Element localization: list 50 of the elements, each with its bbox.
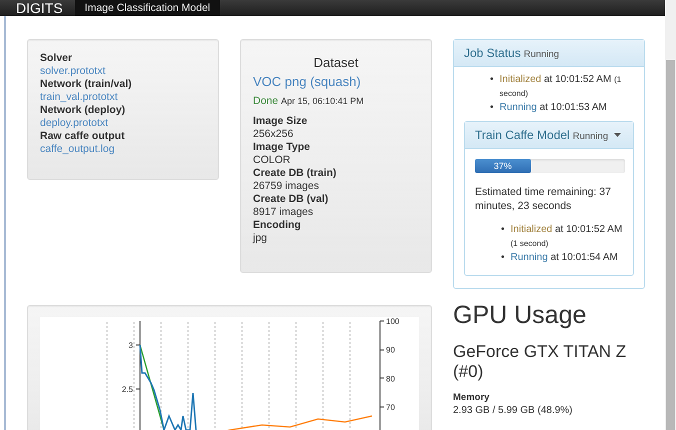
panel-title: Train Caffe Model: [475, 128, 570, 142]
status-dropdown[interactable]: Running: [572, 131, 608, 142]
field-value: 256x256: [253, 128, 294, 141]
gpu-name: GeForce GTX TITAN Z (#0): [453, 342, 628, 382]
bullet: •: [490, 73, 494, 87]
bullet: •: [490, 101, 494, 115]
dataset-title: Dataset: [312, 55, 360, 70]
file-heading: Network (deploy): [40, 104, 126, 117]
nav-tab[interactable]: Image Classification Model: [74, 0, 220, 16]
gpu-title: GPU Usage: [453, 301, 588, 330]
axis-label: 3: [128, 341, 133, 350]
time-estimate: Estimated time remaining: 37 minutes, 23 seconds: [475, 185, 612, 213]
file-link[interactable]: train_val.prototxt: [40, 91, 118, 103]
brand-link[interactable]: DIGITS: [16, 0, 75, 16]
file-link[interactable]: solver.prototxt: [40, 65, 106, 77]
stat-label: Memory: [453, 392, 490, 403]
file-link[interactable]: deploy.prototxt: [40, 117, 108, 129]
axis-label: 90: [386, 346, 395, 355]
field-value: 8917 images: [253, 206, 314, 219]
file-heading: Raw caffe output: [40, 130, 126, 143]
axis-label: 100: [386, 317, 400, 326]
timestamp: Apr 15, 06:10:41 PM: [281, 96, 364, 106]
field-label: Create DB (val): [253, 193, 330, 206]
status-entry: Running at 10:01:54 AM: [510, 251, 618, 265]
field-label: Encoding: [253, 219, 302, 232]
field-value: 26759 images: [253, 180, 320, 193]
bullet: •: [501, 223, 505, 237]
panel-title: Job Status: [464, 46, 521, 60]
status-entry: Initialized at 10:01:52 AM (1 second): [500, 73, 622, 100]
field-label: Image Type: [253, 141, 311, 154]
file-heading: Solver: [40, 52, 74, 65]
file-link[interactable]: caffe_output.log: [40, 143, 115, 155]
axis-label: 2.5: [122, 385, 133, 394]
bullet: •: [501, 251, 505, 265]
status-entry: Running at 10:01:53 AM: [500, 101, 607, 115]
field-label: Image Size: [253, 115, 308, 128]
status-text: Done: [253, 95, 278, 107]
progress-fill: 37%: [475, 159, 530, 173]
status-text: Running: [524, 49, 560, 60]
axis-label: 70: [386, 403, 395, 412]
file-heading: Network (train/val): [40, 78, 133, 91]
field-label: Create DB (train): [253, 167, 338, 180]
field-value: COLOR: [253, 154, 292, 167]
caret-icon: [614, 133, 622, 137]
scrollbar[interactable]: [665, 0, 676, 430]
status-entry: Initialized at 10:01:52 AM (1 second): [510, 223, 623, 250]
axis-label: 80: [386, 374, 395, 384]
dataset-link[interactable]: VOC png (squash): [253, 74, 361, 89]
field-value: jpg: [253, 232, 268, 245]
stat-value: 2.93 GB / 5.99 GB (48.9%): [453, 405, 574, 416]
